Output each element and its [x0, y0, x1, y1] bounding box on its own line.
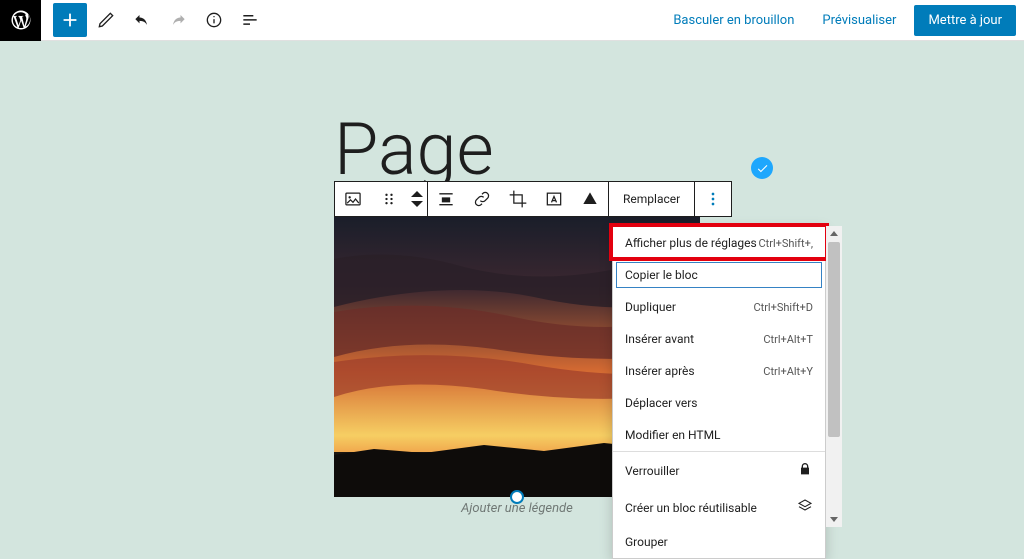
undo-icon[interactable] [125, 3, 159, 37]
menu-item-copy-block[interactable]: Copier le bloc [613, 259, 825, 291]
redo-icon[interactable] [161, 3, 195, 37]
text-overlay-icon[interactable] [536, 181, 572, 217]
menu-item-move-to[interactable]: Déplacer vers [613, 387, 825, 419]
align-icon[interactable] [428, 181, 464, 217]
lock-icon [797, 461, 813, 480]
block-toolbar: Remplacer [334, 181, 732, 217]
menu-item-edit-html[interactable]: Modifier en HTML [613, 419, 825, 451]
replace-button[interactable]: Remplacer [609, 192, 694, 206]
image-block-icon[interactable] [335, 181, 371, 217]
menu-item-duplicate[interactable]: DupliquerCtrl+Shift+D [613, 291, 825, 323]
menu-item-reusable-block[interactable]: Créer un bloc réutilisable [613, 489, 825, 526]
wordpress-logo-icon[interactable] [0, 0, 41, 41]
block-options-menu: Afficher plus de réglagesCtrl+Shift+, Co… [612, 226, 826, 559]
list-view-icon[interactable] [233, 3, 267, 37]
menu-item-show-more-settings[interactable]: Afficher plus de réglagesCtrl+Shift+, [613, 227, 825, 259]
crop-icon[interactable] [500, 181, 536, 217]
reusable-icon [797, 498, 813, 517]
drag-handle-icon[interactable] [371, 181, 407, 217]
update-button[interactable]: Mettre à jour [914, 5, 1016, 36]
scroll-up-icon[interactable] [826, 226, 842, 242]
switch-to-draft-link[interactable]: Basculer en brouillon [663, 7, 804, 34]
info-icon[interactable] [197, 3, 231, 37]
move-up-down-icon[interactable] [407, 181, 427, 217]
scroll-thumb[interactable] [828, 242, 840, 437]
saved-indicator-icon [751, 157, 773, 179]
add-block-button[interactable] [53, 3, 87, 37]
menu-item-lock[interactable]: Verrouiller [613, 452, 825, 489]
link-icon[interactable] [464, 181, 500, 217]
menu-item-insert-before[interactable]: Insérer avantCtrl+Alt+T [613, 323, 825, 355]
preview-link[interactable]: Prévisualiser [812, 7, 906, 34]
scroll-down-icon[interactable] [826, 511, 842, 527]
menu-scrollbar[interactable] [826, 226, 842, 527]
menu-item-insert-after[interactable]: Insérer aprèsCtrl+Alt+Y [613, 355, 825, 387]
editor-topbar: Basculer en brouillon Prévisualiser Mett… [0, 0, 1024, 41]
duotone-filter-icon[interactable] [572, 181, 608, 217]
editor-canvas: Page Remplacer [0, 41, 1024, 507]
edit-tool-icon[interactable] [89, 3, 123, 37]
more-options-icon[interactable] [695, 181, 731, 217]
page-title[interactable]: Page [334, 107, 494, 192]
menu-item-group[interactable]: Grouper [613, 526, 825, 558]
